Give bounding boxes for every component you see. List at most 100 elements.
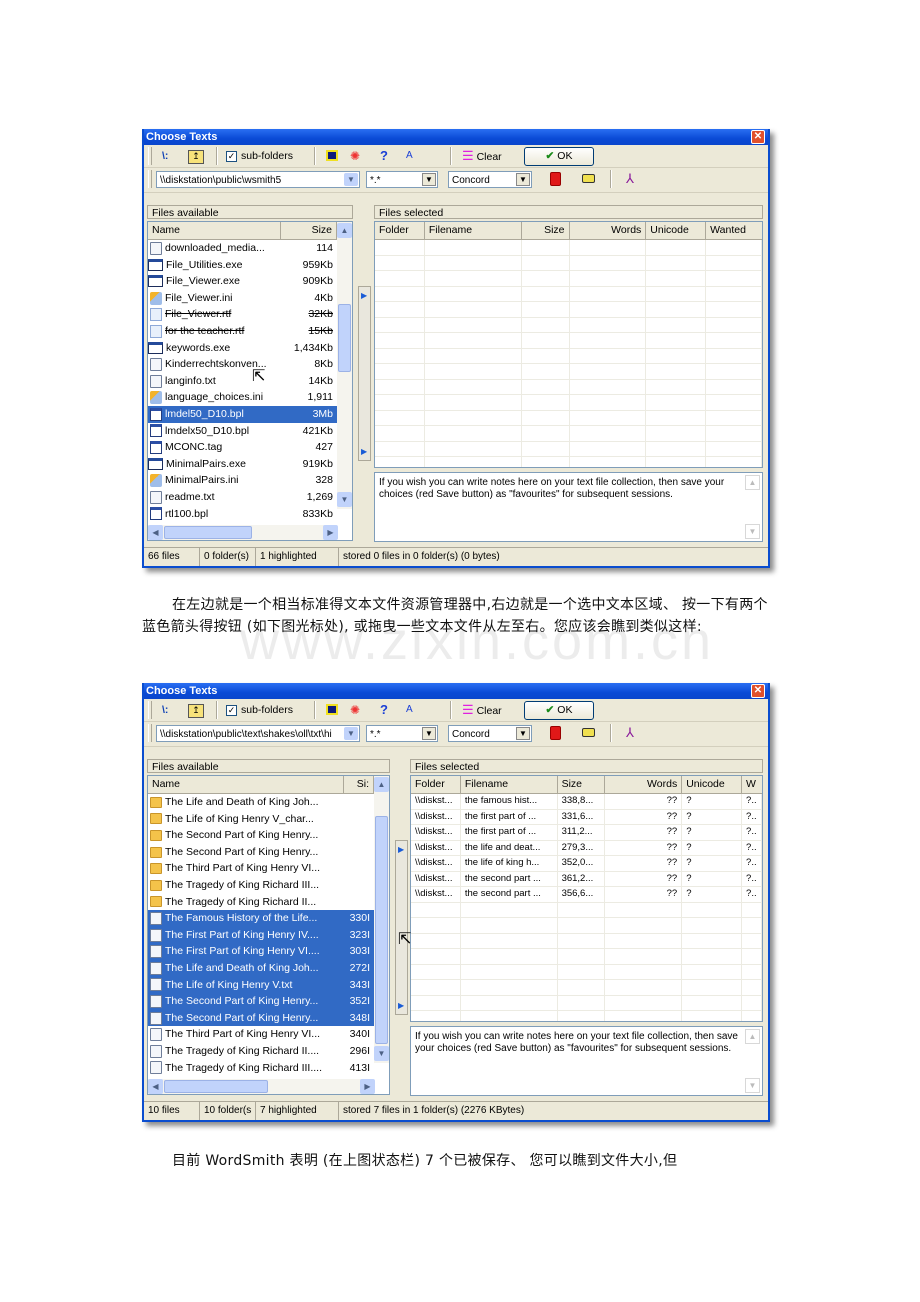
chevron-down-icon[interactable]: ▼ [344,727,358,740]
file-list-item[interactable]: The Second Part of King Henry... 348I [148,1009,374,1027]
lambda-icon[interactable]: ⅄ [626,171,634,187]
chevron-down-icon[interactable]: ▼ [422,173,436,186]
scroll-right-icon[interactable]: ▶ [360,1079,375,1094]
scroll-thumb[interactable] [338,304,351,372]
tree-icon[interactable]: \: [162,148,168,164]
file-list-item[interactable]: The Third Part of King Henry VI... [148,860,374,877]
chevron-down-icon[interactable]: ▼ [516,173,530,186]
file-list-item[interactable]: for the teacher.rtf 15Kb [148,323,337,340]
empty-row[interactable] [411,949,762,965]
tool-combo[interactable]: Concord ▼ [448,725,532,742]
file-list-item[interactable]: MCONC.tag 427 [148,439,337,456]
selected-file-row[interactable]: \\diskst... the first part of ... 311,2...… [411,825,762,841]
column-folder[interactable]: Folder [375,222,425,239]
hscroll-thumb[interactable] [164,526,252,539]
column-wanted[interactable]: Wanted [706,222,762,239]
font-icon[interactable]: A [406,702,413,718]
column-name[interactable]: Name [148,776,344,793]
empty-row[interactable] [411,902,762,918]
empty-row[interactable] [411,980,762,996]
empty-row[interactable] [375,410,762,426]
empty-row[interactable] [375,271,762,287]
move-right-arrow-icon[interactable]: ▶ [361,291,367,300]
empty-row[interactable] [375,426,762,442]
subfolders-checkbox[interactable]: ✓ sub-folders [226,702,293,718]
empty-row[interactable] [375,441,762,457]
selected-file-row[interactable]: \\diskst... the famous hist... 338,8...???… [411,794,762,810]
vertical-scrollbar[interactable]: ▲ ▼ [337,222,352,509]
file-list-item[interactable]: The Third Part of King Henry VI... 340I [148,1026,374,1043]
close-button[interactable]: ✕ [751,684,765,698]
fire-icon[interactable]: ✺ [350,148,360,164]
clear-button[interactable]: ☰ Clear [462,702,502,718]
empty-row[interactable] [375,333,762,349]
empty-row[interactable] [375,317,762,333]
font-icon[interactable]: A [406,148,413,164]
hscroll-thumb[interactable] [164,1080,268,1093]
column-folder[interactable]: Folder [411,776,461,793]
close-button[interactable]: ✕ [751,130,765,144]
file-list-item[interactable]: readme.txt 1,269 [148,489,337,506]
selected-file-row[interactable]: \\diskst... the life and deat... 279,3...?… [411,840,762,856]
column-size[interactable]: Size [281,222,337,239]
column-unicode[interactable]: Unicode [682,776,743,793]
file-list-item[interactable]: The Life and Death of King Joh... [148,794,374,811]
add-files-arrow-bar[interactable]: ▶ ▶ [358,286,371,461]
scroll-right-icon[interactable]: ▶ [323,525,338,540]
empty-row[interactable] [411,964,762,980]
file-list-item[interactable]: lmdelx50_D10.bpl 421Kb [148,423,337,440]
parent-folder-icon[interactable]: ↥ [188,150,204,164]
column-size[interactable]: Size [558,776,606,793]
notes-textarea[interactable]: If you wish you can write notes here on … [410,1026,763,1096]
empty-row[interactable] [411,918,762,934]
fire-icon[interactable]: ✺ [350,702,360,718]
column-filename[interactable]: Filename [461,776,558,793]
scroll-up-icon[interactable]: ▲ [374,777,389,792]
chevron-down-icon[interactable]: ▼ [516,727,530,740]
file-list-item[interactable]: MinimalPairs.exe 919Kb [148,456,337,473]
file-list-item[interactable]: rtl100.bpl 833Kb [148,506,337,523]
file-list-item[interactable]: The Second Part of King Henry... 352I [148,993,374,1010]
column-name[interactable]: Name [148,222,281,239]
ok-button[interactable]: ✔ OK [524,701,594,720]
column-unicode[interactable]: Unicode [646,222,707,239]
file-filter-combo[interactable]: *.* ▼ [366,171,438,188]
empty-row[interactable] [375,302,762,318]
empty-row[interactable] [375,395,762,411]
empty-row[interactable] [375,457,762,467]
move-right-all-arrow-icon[interactable]: ▶ [398,1001,404,1010]
scroll-down-icon[interactable]: ▼ [337,492,352,507]
horizontal-scrollbar[interactable]: ◀ ▶ [148,525,338,540]
toolbar-grip[interactable] [148,724,152,742]
empty-row[interactable] [375,286,762,302]
files-selected-grid[interactable]: Folder Filename Size Words Unicode Wante… [374,221,763,468]
empty-row[interactable] [375,255,762,271]
select-all-icon[interactable] [326,150,338,161]
column-size[interactable]: Size [522,222,570,239]
file-list-item[interactable]: Kinderrechtskonven... 8Kb [148,356,337,373]
save-icon[interactable] [550,172,561,186]
save-icon[interactable] [550,726,561,740]
scroll-down-icon[interactable]: ▼ [374,1046,389,1061]
files-available-list[interactable]: Name Size downloaded_media... 114 File_Uti… [147,221,353,541]
files-selected-grid[interactable]: Folder Filename Size Words Unicode W \\d… [410,775,763,1022]
move-right-arrow-icon[interactable]: ▶ [398,845,404,854]
column-size[interactable]: Si: [344,776,374,793]
empty-row[interactable] [411,1011,762,1021]
scroll-left-icon[interactable]: ◀ [148,1079,163,1094]
scroll-up-icon[interactable]: ▲ [337,223,352,238]
files-available-list[interactable]: Name Si: The Life and Death of King Joh.… [147,775,390,1095]
move-right-all-arrow-icon[interactable]: ▶ [361,447,367,456]
file-list-item[interactable]: language_choices.ini 1,911 [148,389,337,406]
file-list-item[interactable]: keywords.exe 1,434Kb [148,340,337,357]
empty-row[interactable] [375,348,762,364]
open-folder-icon[interactable] [582,174,595,183]
column-wanted[interactable]: W [742,776,762,793]
empty-row[interactable] [411,933,762,949]
file-list-item[interactable]: The Tragedy of King Richard II.... 296I [148,1043,374,1060]
file-list-item[interactable]: The First Part of King Henry IV.... 323I [148,926,374,944]
empty-row[interactable] [375,364,762,380]
ok-button[interactable]: ✔ OK [524,147,594,166]
scroll-up-icon[interactable]: ▲ [745,1029,760,1044]
parent-folder-icon[interactable]: ↥ [188,704,204,718]
